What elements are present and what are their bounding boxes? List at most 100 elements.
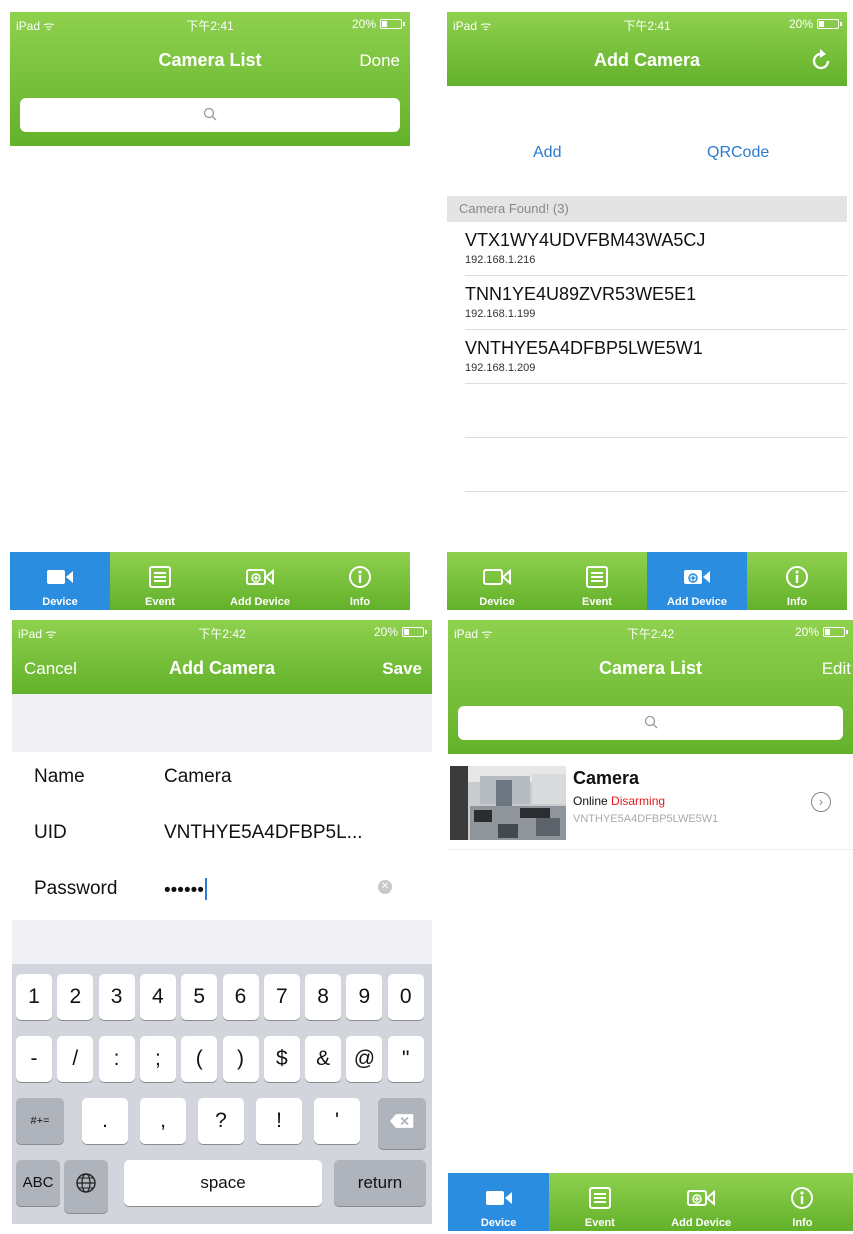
screen-camera-list-empty: iPad ᯤ 下午2:41 20% Camera List Done Devic… [10, 12, 410, 610]
info-icon [349, 566, 371, 588]
page-title: Camera List [598, 658, 703, 678]
password-row[interactable]: Password •••••• ✕ [12, 864, 432, 912]
key[interactable]: ? [198, 1098, 244, 1144]
header: iPad ᯤ 下午2:42 20% Cancel Add Camera Save [12, 620, 432, 694]
tab-device[interactable]: Device [10, 552, 110, 610]
search-icon [203, 107, 217, 121]
keyboard-row-symbols: - /:;() $ & @ " [12, 1036, 432, 1086]
key[interactable]: 6 [222, 974, 259, 1020]
key[interactable]: & [305, 1036, 342, 1082]
key[interactable]: , [140, 1098, 186, 1144]
status-bar: iPad ᯤ 下午2:42 20% [12, 620, 432, 644]
empty-row [465, 384, 847, 438]
tab-label: Info [792, 1217, 813, 1229]
battery-icon [402, 627, 427, 637]
key-backspace[interactable] [378, 1098, 426, 1149]
battery-indicator: 20% [352, 17, 405, 31]
done-button[interactable]: Done [359, 51, 400, 71]
refresh-icon[interactable] [809, 48, 833, 72]
navigation-bar: Cancel Add Camera Save [12, 644, 432, 694]
save-button[interactable]: Save [382, 659, 422, 679]
camera-list-item[interactable]: Camera Online Disarming VNTHYE5A4DFBP5LW… [448, 754, 853, 850]
key[interactable]: 8 [305, 974, 342, 1020]
key[interactable]: 4 [139, 974, 176, 1020]
page-title: Add Camera [593, 50, 701, 70]
add-camera-icon [687, 1189, 716, 1207]
key[interactable]: . [82, 1098, 128, 1144]
name-row[interactable]: Name Camera [12, 752, 432, 800]
search-input[interactable] [20, 98, 400, 132]
status-bar: iPad ᯤ 下午2:42 20% [448, 620, 853, 644]
status-bar: iPad ᯤ 下午2:41 20% [447, 12, 847, 36]
key[interactable]: ( [181, 1036, 218, 1082]
key[interactable]: 7 [263, 974, 300, 1020]
password-field[interactable]: •••••• [164, 878, 207, 902]
list-icon [588, 1187, 611, 1209]
key[interactable]: " [387, 1036, 424, 1082]
tab-bar: Device Event Add Device Info [448, 1173, 853, 1231]
edit-button[interactable]: Edit [822, 659, 851, 679]
list-item[interactable]: VNTHYE5A4DFBP5LWE5W1 192.168.1.209 [465, 330, 847, 384]
keyboard-row-bottom: ABC space return [12, 1160, 432, 1213]
key[interactable]: @ [346, 1036, 383, 1082]
key[interactable]: ! [256, 1098, 302, 1144]
uid-row[interactable]: UID VNTHYE5A4DFBP5L... [12, 808, 432, 856]
page-title: Camera List [158, 50, 262, 70]
tab-label: Add Device [230, 596, 290, 608]
office-snapshot-image [450, 766, 566, 840]
tab-add-device[interactable]: Add Device [651, 1173, 752, 1231]
camera-uid: VNTHYE5A4DFBP5LWE5W1 [465, 338, 703, 358]
key[interactable]: ' [314, 1098, 360, 1144]
key[interactable]: 1 [16, 974, 52, 1020]
tab-event[interactable]: Event [547, 552, 647, 610]
uid-field[interactable]: VNTHYE5A4DFBP5L... [164, 822, 363, 844]
status-bar: iPad ᯤ 下午2:41 20% [10, 12, 410, 36]
tab-info[interactable]: Info [310, 552, 410, 610]
key-space[interactable]: space [124, 1160, 322, 1206]
header: iPad ᯤ 下午2:42 20% Camera List Edit [448, 620, 853, 754]
tab-event[interactable]: Event [549, 1173, 650, 1231]
tab-info[interactable]: Info [752, 1173, 853, 1231]
password-label: Password [34, 878, 118, 899]
key-return[interactable]: return [334, 1160, 426, 1206]
list-item[interactable]: TNN1YE4U89ZVR53WE5E1 192.168.1.199 [465, 276, 847, 330]
battery-percent: 20% [788, 17, 813, 31]
tab-add-device[interactable]: Add Device [210, 552, 310, 610]
camera-uid: TNN1YE4U89ZVR53WE5E1 [465, 284, 697, 304]
key[interactable]: ) [222, 1036, 259, 1082]
clear-icon[interactable]: ✕ [378, 880, 392, 894]
uid-label: UID [34, 822, 67, 843]
tab-info[interactable]: Info [747, 552, 847, 610]
keyboard-row-numbers: 1234567890 [12, 974, 432, 1024]
chevron-right-icon[interactable]: › [811, 792, 831, 812]
key-more-symbols[interactable]: #+= [16, 1098, 64, 1144]
key[interactable]: 5 [181, 974, 218, 1020]
tab-device[interactable]: Device [448, 1173, 550, 1231]
key[interactable]: 2 [57, 974, 94, 1020]
add-camera-icon [246, 568, 274, 586]
tab-device[interactable]: Device [447, 552, 547, 610]
search-input[interactable] [458, 706, 843, 740]
qrcode-button[interactable]: QRCode [707, 144, 769, 162]
key-abc[interactable]: ABC [16, 1160, 60, 1206]
tab-event[interactable]: Event [110, 552, 210, 610]
key[interactable]: : [98, 1036, 135, 1082]
tab-label: Event [582, 596, 612, 608]
camera-uid: VTX1WY4UDVFBM43WA5CJ [465, 230, 706, 250]
key[interactable]: 9 [346, 974, 383, 1020]
key-globe[interactable] [64, 1160, 108, 1213]
key[interactable]: - [16, 1036, 52, 1082]
key[interactable]: 3 [98, 974, 135, 1020]
key[interactable]: 0 [387, 974, 424, 1020]
key[interactable]: ; [139, 1036, 176, 1082]
screen-add-camera-form: iPad ᯤ 下午2:42 20% Cancel Add Camera Save… [12, 620, 432, 1224]
list-item[interactable]: VTX1WY4UDVFBM43WA5CJ 192.168.1.216 [465, 222, 847, 276]
list-icon [586, 566, 608, 588]
key[interactable]: $ [263, 1036, 300, 1082]
video-camera-icon [47, 570, 73, 584]
tab-add-device[interactable]: Add Device [647, 552, 747, 610]
name-field[interactable]: Camera [164, 766, 232, 788]
key[interactable]: / [57, 1036, 94, 1082]
add-button[interactable]: Add [533, 144, 561, 162]
tab-label: Event [145, 596, 175, 608]
